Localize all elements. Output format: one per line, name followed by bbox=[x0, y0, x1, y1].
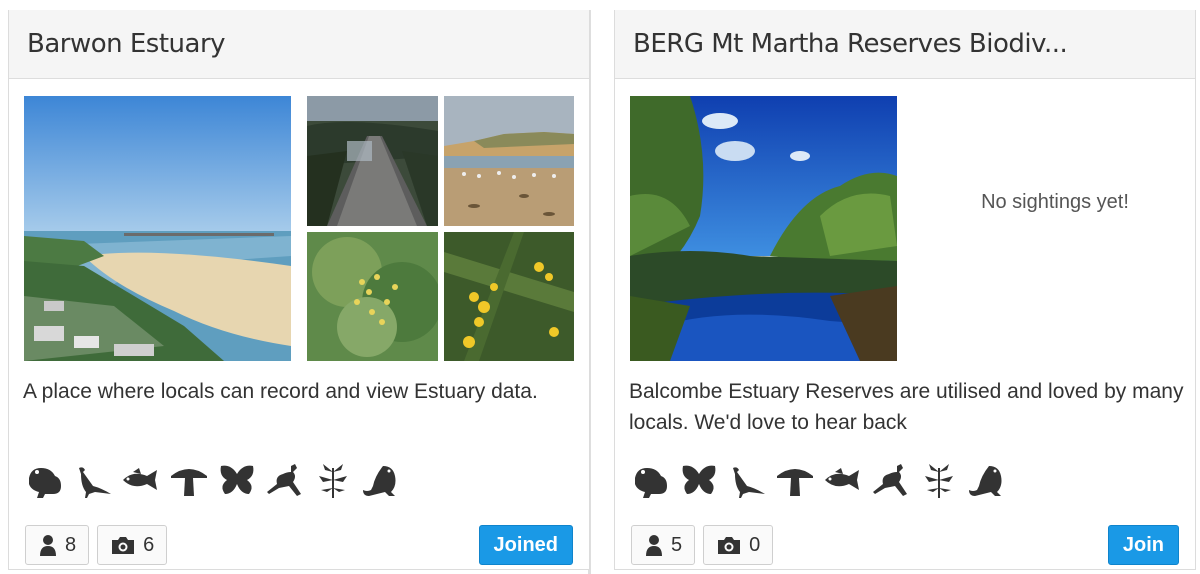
photos-value: 6 bbox=[143, 533, 155, 556]
taxon-icons bbox=[23, 458, 403, 504]
photos-count[interactable]: 6 bbox=[97, 525, 168, 565]
project-stats: 8 6 bbox=[25, 525, 168, 565]
photo-boardwalk[interactable] bbox=[307, 96, 438, 226]
project-title[interactable]: Barwon Estuary bbox=[27, 29, 225, 59]
card-header: BERG Mt Martha Reserves Biodiv... bbox=[615, 10, 1195, 79]
lizard-icon[interactable] bbox=[359, 458, 403, 502]
fish-icon[interactable] bbox=[821, 458, 865, 502]
project-description: A place where locals can record and view… bbox=[23, 380, 538, 403]
photo-wattle[interactable] bbox=[444, 232, 574, 361]
kangaroo-icon[interactable] bbox=[263, 458, 307, 502]
project-stats: 5 0 bbox=[631, 525, 774, 565]
person-icon bbox=[40, 535, 56, 556]
lizard-icon[interactable] bbox=[965, 458, 1009, 502]
taxon-icons bbox=[629, 458, 1009, 504]
joined-button[interactable]: Joined bbox=[478, 525, 573, 565]
butterfly-icon[interactable] bbox=[215, 458, 259, 502]
project-card-berg[interactable]: BERG Mt Martha Reserves Biodiv... No sig… bbox=[614, 10, 1196, 570]
frog-icon[interactable] bbox=[23, 458, 67, 502]
members-count[interactable]: 5 bbox=[631, 525, 696, 565]
project-card-barwon[interactable]: Barwon Estuary A place where locals can … bbox=[8, 10, 590, 570]
members-value: 8 bbox=[65, 533, 77, 556]
photo-grid: No sightings yet! bbox=[630, 96, 1180, 361]
camera-icon bbox=[112, 537, 135, 554]
photos-value: 0 bbox=[749, 533, 761, 556]
project-description: Balcombe Estuary Reserves are utilised a… bbox=[629, 380, 1184, 434]
photo-grid bbox=[24, 96, 574, 361]
no-sightings-message: No sightings yet! bbox=[981, 191, 1129, 213]
frog-icon[interactable] bbox=[629, 458, 673, 502]
members-value: 5 bbox=[671, 533, 683, 556]
bird-icon[interactable] bbox=[725, 458, 769, 502]
fish-icon[interactable] bbox=[119, 458, 163, 502]
butterfly-icon[interactable] bbox=[677, 458, 721, 502]
kangaroo-icon[interactable] bbox=[869, 458, 913, 502]
photo-main[interactable] bbox=[24, 96, 291, 361]
bird-icon[interactable] bbox=[71, 458, 115, 502]
photo-main[interactable] bbox=[630, 96, 897, 361]
photos-count[interactable]: 0 bbox=[703, 525, 774, 565]
photo-cliff-beach[interactable] bbox=[444, 96, 574, 226]
photo-shrub[interactable] bbox=[307, 232, 438, 361]
plant-icon[interactable] bbox=[311, 458, 355, 502]
project-title[interactable]: BERG Mt Martha Reserves Biodiv... bbox=[633, 29, 1067, 59]
plant-icon[interactable] bbox=[917, 458, 961, 502]
camera-icon bbox=[718, 537, 741, 554]
person-icon bbox=[646, 535, 662, 556]
members-count[interactable]: 8 bbox=[25, 525, 90, 565]
join-button[interactable]: Join bbox=[1107, 525, 1179, 565]
mushroom-icon[interactable] bbox=[773, 458, 817, 502]
mushroom-icon[interactable] bbox=[167, 458, 211, 502]
card-header: Barwon Estuary bbox=[9, 10, 589, 79]
